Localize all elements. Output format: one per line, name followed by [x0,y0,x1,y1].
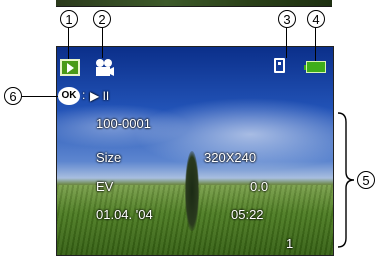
ev-value: 0.0 [250,179,269,194]
frame-index: 1 [286,236,294,251]
callout-5: 5 [357,171,375,189]
play-pause-hint: ▶ II [90,89,110,103]
callout-3-leader [286,28,288,58]
size-value: 320X240 [204,150,257,165]
callout-6-leader [22,96,58,98]
play-mode-icon [60,59,80,76]
file-number: 100-0001 [96,116,151,131]
memory-card-icon [274,58,285,73]
callout-3: 3 [278,10,296,28]
date-stamp: 01.04. '04 [96,207,153,222]
previous-screen-edge [56,0,332,7]
callout-4-leader [315,28,317,61]
callout-2: 2 [93,10,111,28]
ok-separator: : [82,88,86,102]
ev-label: EV [96,179,114,194]
callout-1-leader [68,28,70,59]
movie-camera-icon [96,59,114,76]
ok-button-icon: OK [58,87,80,105]
size-label: Size [96,150,122,165]
time-stamp: 05:22 [231,207,264,222]
callout-1: 1 [60,10,78,28]
battery-full-icon [304,61,326,73]
landscape-tree [185,151,199,231]
callout-4: 4 [307,10,325,28]
ok-label: OK [61,90,77,101]
callout-2-leader [102,28,104,58]
callout-6: 6 [4,87,22,105]
